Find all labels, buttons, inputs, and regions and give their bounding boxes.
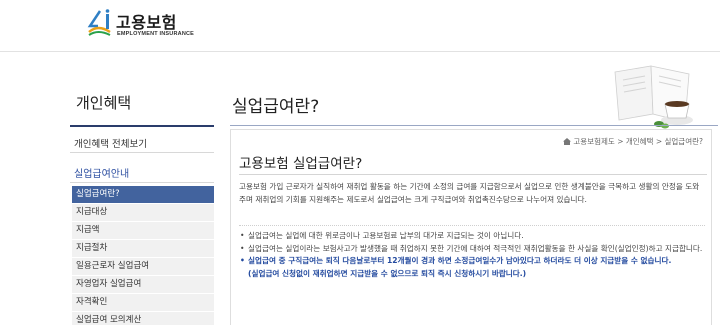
breadcrumb-text[interactable]: 고용보험제도 > 개인혜택 > 실업급여란? <box>573 137 703 146</box>
page-title: 실업급여란? <box>232 97 320 117</box>
sidebar-item-amount[interactable]: 지급액 <box>72 222 214 239</box>
sidebar-section-unemployment[interactable]: 실업급여안내 <box>74 165 129 180</box>
breadcrumb: 고용보험제도 > 개인혜택 > 실업급여란? <box>563 136 703 147</box>
title-divider <box>230 125 718 126</box>
list-item: • 실업급여는 실업에 대한 위로금이나 고용보험료 납부의 대가로 지급되는 것… <box>239 230 705 243</box>
bullet-icon: • <box>240 256 245 265</box>
list-item-highlight: • 실업급여 중 구직급여는 퇴직 다음날로부터 12개월이 경과 하면 소정급여… <box>239 255 705 268</box>
intro-paragraph: 고용보험 가입 근로자가 실직하여 재취업 활동을 하는 기간에 소정의 급여를… <box>239 182 700 204</box>
bullet-icon: • <box>240 243 245 253</box>
logo-text: 고용보험 <box>116 13 177 32</box>
bullet-icon: • <box>240 231 245 240</box>
sidebar-item-procedure[interactable]: 지급절차 <box>72 240 214 257</box>
sidebar-item-daily-workers[interactable]: 일용근로자 실업급여 <box>72 258 214 275</box>
content-title: 고용보험 실업급여란? <box>239 156 363 172</box>
book-coffee-illustration <box>614 65 693 129</box>
list-item: • 실업급여는 실업이라는 보험사고가 발생했을 때 취업하지 못한 기간에 대하… <box>239 243 705 256</box>
logo-subtext: EMPLOYMENT INSURANCE <box>117 31 195 37</box>
logo-mark-icon <box>87 9 111 36</box>
sidebar-item-self-employed[interactable]: 자영업자 실업급여 <box>72 276 214 293</box>
bullet-list: • 실업급여는 실업에 대한 위로금이나 고용보험료 납부의 대가로 지급되는 것… <box>239 225 705 280</box>
sidebar-item-eligibility[interactable]: 지급대상 <box>72 204 214 221</box>
sidebar-separator <box>70 182 214 183</box>
bullet-text: 실업급여는 실업이라는 보험사고가 발생했을 때 취업하지 못한 기간에 대하여… <box>248 243 703 253</box>
sidebar-link-all[interactable]: 개인혜택 전체보기 <box>74 136 147 150</box>
sidebar: 개인혜택 개인혜택 전체보기 실업급여안내 실업급여란? 지급대상 지급액 지급… <box>62 52 222 325</box>
sidebar-divider <box>70 125 214 127</box>
home-icon[interactable] <box>563 138 572 145</box>
sidebar-item-what-is[interactable]: 실업급여란? <box>72 186 214 203</box>
sidebar-item-calculator[interactable]: 실업급여 모의계산 <box>72 312 214 325</box>
sidebar-menu: 실업급여란? 지급대상 지급액 지급절차 일용근로자 실업급여 자영업자 실업급… <box>72 186 214 325</box>
highlight-text: 실업급여 중 구직급여는 퇴직 다음날로부터 12개월이 경과 하면 소정급여일… <box>248 256 672 265</box>
sidebar-item-qualification[interactable]: 자격확인 <box>72 294 214 311</box>
site-logo[interactable]: 고용보험 EMPLOYMENT INSURANCE <box>86 6 196 46</box>
notice-text: (실업급여 신청없이 재취업하면 지급받을 수 없으므로 퇴직 즉시 신청하시기… <box>248 268 527 278</box>
sidebar-title: 개인혜택 <box>76 94 132 112</box>
sidebar-separator <box>70 152 214 153</box>
site-header: 고용보험 EMPLOYMENT INSURANCE <box>0 0 720 52</box>
content-divider <box>239 174 707 175</box>
bullet-text: 실업급여는 실업에 대한 위로금이나 고용보험료 납부의 대가로 지급되는 것이… <box>248 231 524 240</box>
content-panel: 고용보험제도 > 개인혜택 > 실업급여란? 고용보험 실업급여란? 고용보험 … <box>230 129 712 325</box>
